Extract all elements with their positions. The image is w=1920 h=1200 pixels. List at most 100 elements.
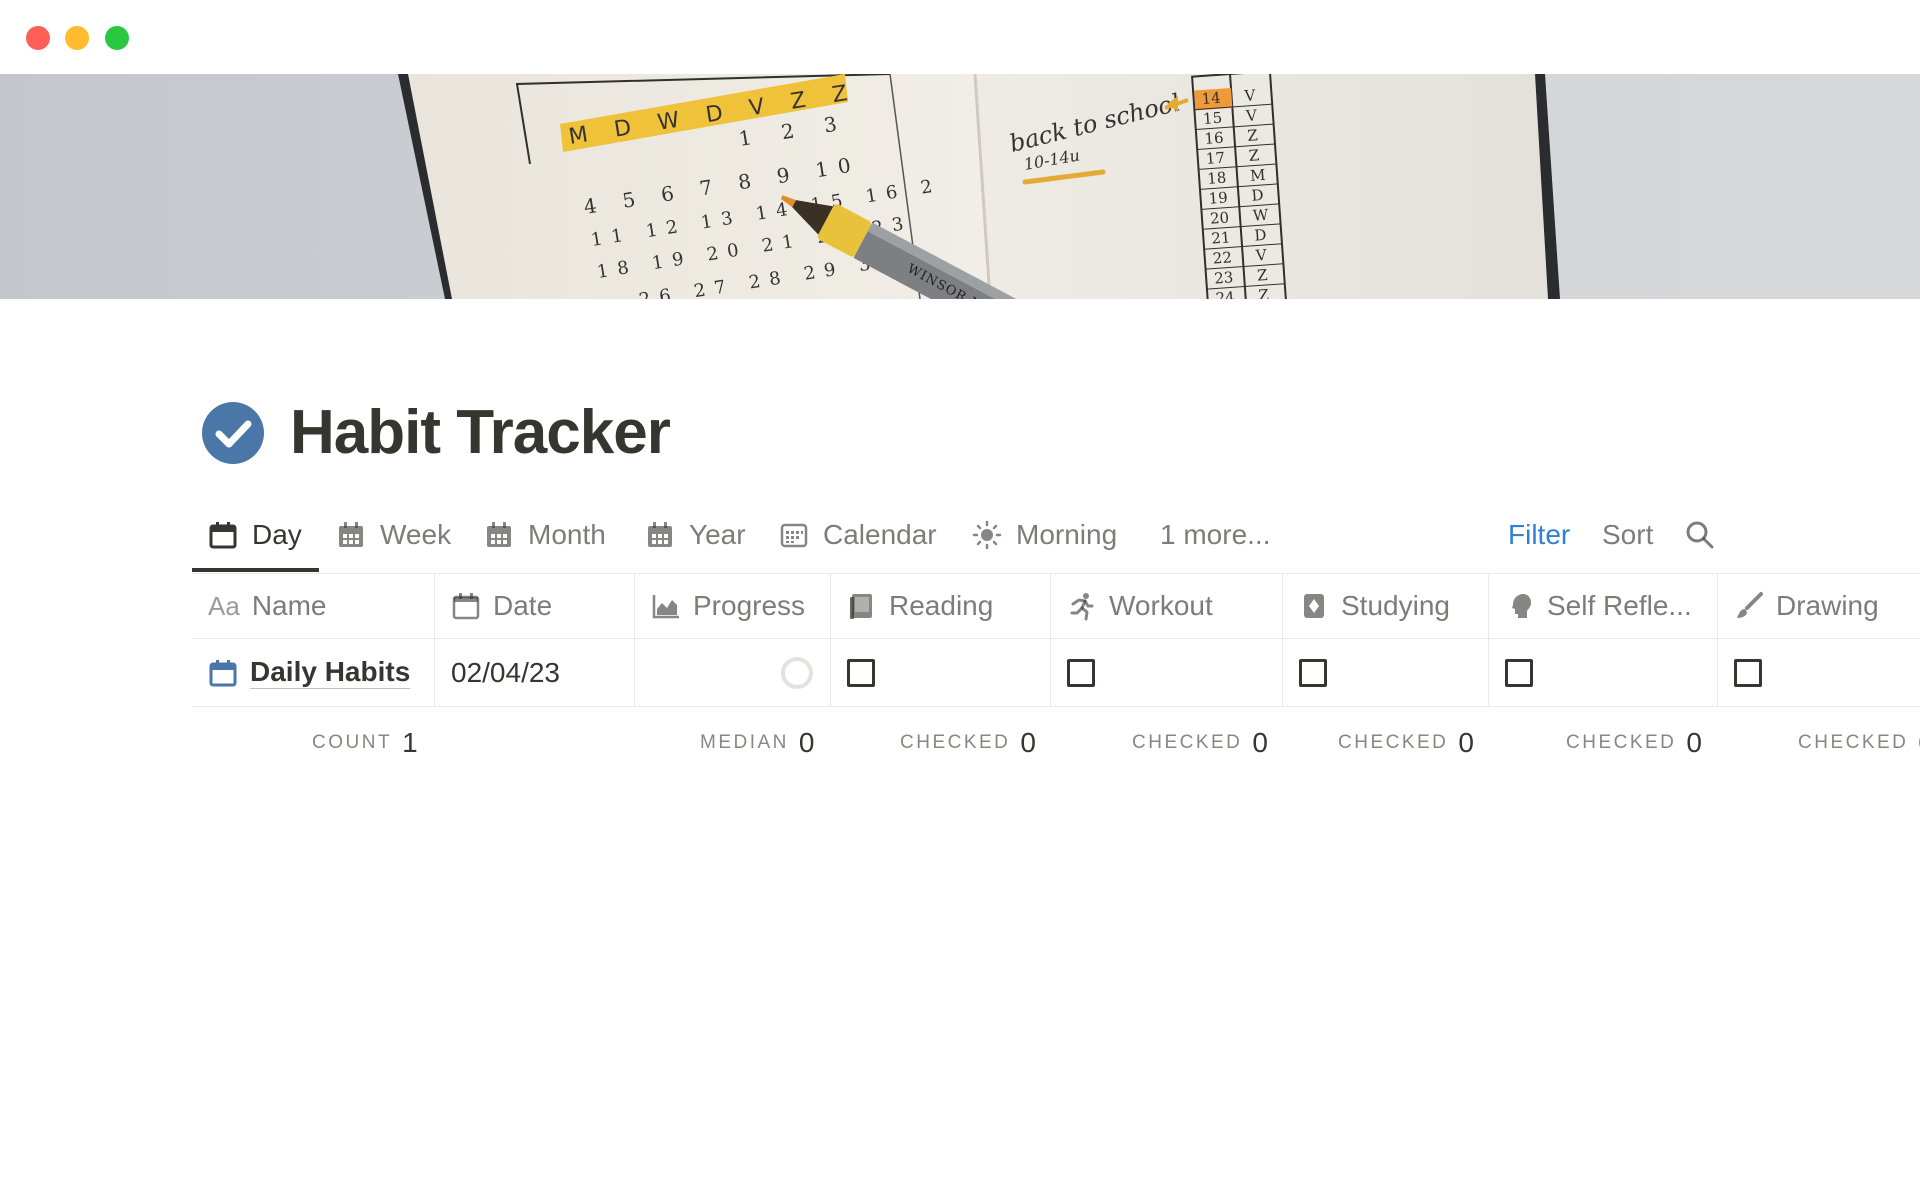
cover-strip-day: 24 (1215, 288, 1235, 299)
column-label: Drawing (1776, 590, 1879, 621)
tab-label: Week (380, 519, 452, 550)
tab-morning[interactable]: Morning (972, 505, 1117, 565)
view-tabs: Day Week Month Year Calendar Morning 1 m… (192, 505, 1920, 573)
cover-strip-day: 22 (1212, 248, 1232, 267)
drawing-checkbox[interactable] (1734, 658, 1762, 687)
window-titlebar (0, 0, 1920, 74)
sort-button[interactable]: Sort (1602, 505, 1653, 565)
calc-label: CHECKED (900, 732, 1011, 753)
table-row[interactable]: Daily Habits 02/04/23 (192, 639, 1920, 707)
search-button[interactable] (1684, 505, 1716, 565)
name-cell[interactable]: Daily Habits (192, 639, 435, 706)
cover-strip-day: 14 (1201, 89, 1221, 108)
calc-label: CHECKED (1566, 732, 1677, 753)
cover-strip-day: 23 (1214, 268, 1234, 287)
tab-year[interactable]: Year (645, 505, 746, 565)
more-views-label: 1 more... (1160, 519, 1271, 550)
table-header-row: Aa Name Date Progress Reading Workout St… (192, 573, 1920, 639)
active-tab-indicator (192, 568, 319, 572)
calendar-icon (209, 659, 237, 686)
median-calculation[interactable]: MEDIAN 0 (700, 718, 814, 768)
date-value: 02/04/23 (451, 656, 560, 688)
calc-label: MEDIAN (700, 732, 789, 753)
check-circle-icon[interactable] (202, 402, 264, 464)
column-header-studying[interactable]: Studying (1283, 574, 1489, 638)
reading-checkbox[interactable] (847, 658, 875, 687)
cover-strip-letter: Z (1257, 266, 1269, 285)
page-icon-circle (202, 402, 264, 464)
calc-value: 1 (402, 727, 418, 758)
minimize-window-button[interactable] (65, 26, 89, 50)
column-header-self-reflection[interactable]: Self Refle... (1489, 574, 1718, 638)
cover-image[interactable]: M D W D V Z Z 1 2 3 4 5 6 7 8 9 10 11 12… (0, 74, 1920, 299)
workout-cell (1051, 639, 1283, 706)
column-header-date[interactable]: Date (435, 574, 635, 638)
tab-day[interactable]: Day (208, 505, 302, 565)
filter-button[interactable]: Filter (1508, 505, 1570, 565)
column-label: Workout (1109, 590, 1213, 621)
cover-strip-day: 15 (1202, 109, 1222, 128)
tab-label: Year (689, 519, 746, 550)
count-calculation[interactable]: COUNT 1 (312, 718, 418, 768)
column-header-drawing[interactable]: Drawing (1718, 574, 1920, 638)
column-label: Reading (889, 590, 994, 621)
cover-strip-letter: Z (1258, 286, 1270, 299)
cover-strip-letter: D (1254, 226, 1267, 245)
calc-value: 0 (1686, 727, 1702, 758)
column-header-workout[interactable]: Workout (1051, 574, 1283, 638)
cover-strip-day: 20 (1209, 208, 1229, 227)
calendar-grid-icon (487, 522, 511, 547)
cover-strip-letter: M (1250, 166, 1267, 185)
column-label: Name (251, 590, 327, 621)
calc-label: CHECKED (1798, 732, 1909, 753)
more-views-button[interactable]: 1 more... (1160, 505, 1270, 565)
workout-checkbox[interactable] (1067, 658, 1095, 687)
self-reflection-checked-calculation[interactable]: CHECKED 0 (1566, 718, 1702, 768)
tab-month[interactable]: Month (484, 505, 606, 565)
column-header-name[interactable]: Aa Name (192, 574, 435, 638)
column-header-reading[interactable]: Reading (831, 574, 1051, 638)
calendar-grid-icon (339, 522, 363, 547)
column-label: Studying (1341, 590, 1450, 621)
column-label: Self Refle... (1547, 590, 1692, 621)
column-label: Progress (693, 590, 806, 621)
calculation-row: COUNT 1 MEDIAN 0 CHECKED 0 CHECKED 0 CHE… (192, 718, 1920, 768)
page-link[interactable]: Daily Habits (250, 656, 411, 689)
cover-strip-letter: Z (1248, 146, 1260, 165)
studying-checkbox[interactable] (1299, 658, 1327, 687)
tab-calendar[interactable]: Calendar (779, 505, 937, 565)
self-reflection-checkbox[interactable] (1505, 658, 1533, 687)
calc-label: CHECKED (1338, 732, 1449, 753)
calc-value: 0 (1020, 727, 1036, 758)
cover-strip-letter: Z (1247, 126, 1259, 145)
self-reflection-cell (1489, 639, 1718, 706)
cover-strip-day: 21 (1211, 228, 1231, 247)
studying-checked-calculation[interactable]: CHECKED 0 (1338, 718, 1474, 768)
drawing-checked-calculation[interactable]: CHECKED 0 (1798, 718, 1920, 768)
close-window-button[interactable] (26, 26, 50, 50)
zoom-window-button[interactable] (105, 26, 129, 50)
book-icon (850, 594, 872, 619)
progress-ring (781, 657, 813, 689)
date-cell[interactable]: 02/04/23 (435, 639, 635, 706)
calendar-icon (209, 522, 237, 549)
calc-value: 0 (1252, 727, 1268, 758)
calendar-grid-icon (648, 522, 672, 547)
workout-checked-calculation[interactable]: CHECKED 0 (1132, 718, 1268, 768)
calc-label: COUNT (312, 732, 393, 753)
studying-cell (1283, 639, 1489, 706)
page-title[interactable]: Habit Tracker (290, 395, 671, 471)
column-header-progress[interactable]: Progress (635, 574, 831, 638)
cover-strip-day: 18 (1207, 169, 1227, 188)
reading-cell (831, 639, 1051, 706)
text-property-icon: Aa (208, 590, 240, 621)
running-icon (1070, 593, 1094, 621)
cover-strip-day: 19 (1208, 188, 1228, 207)
progress-cell[interactable] (635, 639, 831, 706)
head-icon (1512, 594, 1531, 618)
reading-checked-calculation[interactable]: CHECKED 0 (900, 718, 1036, 768)
tab-week[interactable]: Week (336, 505, 451, 565)
calc-label: CHECKED (1132, 732, 1243, 753)
calendar-view-icon (780, 523, 808, 548)
tab-label: Day (252, 519, 302, 550)
